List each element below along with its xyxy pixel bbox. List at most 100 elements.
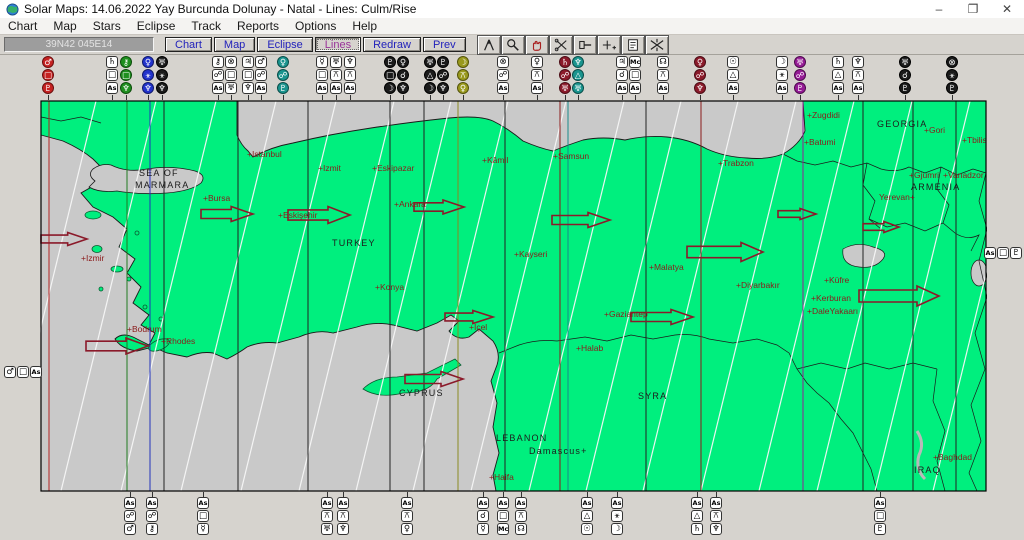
glyph-As: As xyxy=(330,82,342,94)
glyph-As: As xyxy=(477,497,489,509)
glyph-As: As xyxy=(197,497,209,509)
glyph-As: As xyxy=(401,497,413,509)
crosshair-tool-icon[interactable] xyxy=(596,34,621,55)
restore-button[interactable]: ❐ xyxy=(956,0,990,18)
menu-chart[interactable]: Chart xyxy=(0,18,45,34)
right-edge-glyph-box: As □ ♇ xyxy=(984,247,1022,259)
map-label-region: GEORGIA xyxy=(877,119,927,129)
app-globe-icon xyxy=(6,2,19,16)
pin-tool-icon[interactable] xyxy=(572,34,597,55)
bottom-line-marker: As □ ♇ xyxy=(872,492,888,536)
top-line-marker: ♅ ⚹ ♆ xyxy=(154,56,170,100)
top-line-marker: ⚷ □ ♆ xyxy=(118,56,134,100)
menu-map[interactable]: Map xyxy=(45,18,84,34)
menu-eclipse[interactable]: Eclipse xyxy=(129,18,184,34)
top-line-marker: ♅ ☌ ♇ xyxy=(897,56,913,100)
map-label-city: +Bursa xyxy=(203,193,230,203)
rotate-tool-icon[interactable] xyxy=(644,34,669,55)
pan-hand-tool-icon[interactable] xyxy=(524,34,549,55)
glyph-□: □ xyxy=(106,69,118,81)
map-label-city: +Kayseri xyxy=(514,249,547,259)
glyph-Mc: Mc xyxy=(497,523,509,535)
glyph-♄: ♄ xyxy=(832,56,844,68)
glyph-♆: ♆ xyxy=(344,56,356,68)
menu-bar: Chart Map Stars Eclipse Track Reports Op… xyxy=(0,18,1024,35)
bottom-line-marker: As □ Mc xyxy=(495,492,511,536)
glyph-♅: ♅ xyxy=(794,56,806,68)
solar-maps-window: Solar Maps: 14.06.2022 Yay Burcunda Dolu… xyxy=(0,0,1024,540)
glyph-⚹: ⚹ xyxy=(142,69,154,81)
map-label-city: +Trabzon xyxy=(718,158,754,168)
scissors-tool-icon[interactable] xyxy=(548,34,573,55)
glyph-As: As xyxy=(581,497,593,509)
glyph-☿: ☿ xyxy=(477,523,489,535)
top-line-marker: ⊗ ⚹ ♇ xyxy=(944,56,960,100)
top-line-marker: ♆ ⚻ As xyxy=(850,56,866,100)
glyph-♆: ♆ xyxy=(694,82,706,94)
glyph-☊: ☊ xyxy=(657,56,669,68)
menu-options[interactable]: Options xyxy=(287,18,344,34)
glyph-□: □ xyxy=(42,69,54,81)
glyph-As: As xyxy=(531,82,543,94)
map-label-region: SEA OF xyxy=(139,168,179,178)
map-label-region: TURKEY xyxy=(332,238,376,248)
map-canvas[interactable]: +Istanbul +Izmit +Bursa +Eskipazar +Ankara +E… xyxy=(40,100,987,492)
glyph-□: □ xyxy=(629,69,641,81)
menu-stars[interactable]: Stars xyxy=(85,18,129,34)
notes-tool-icon[interactable] xyxy=(620,34,645,55)
chart-button[interactable]: Chart xyxy=(165,37,212,52)
top-line-marker: ⊗ ☍ As xyxy=(495,56,511,100)
glyph-☽: ☽ xyxy=(457,56,469,68)
redraw-button[interactable]: Redraw xyxy=(363,37,421,52)
map-label-city: +Küfre xyxy=(824,275,850,285)
lines-button[interactable]: Lines xyxy=(314,37,362,52)
glyph-⚻: ⚻ xyxy=(531,69,543,81)
close-button[interactable]: ✕ xyxy=(990,0,1024,18)
glyph-As: As xyxy=(629,82,641,94)
glyph-♇: ♇ xyxy=(874,523,886,535)
glyph-As: As xyxy=(497,497,509,509)
glyph-♅: ♅ xyxy=(899,56,911,68)
glyph-♂: ♂ xyxy=(4,366,16,378)
map-label-city: Yerevan+ xyxy=(879,192,915,202)
bottom-line-marker: As ⚻ ♆ xyxy=(708,492,724,536)
glyph-As: As xyxy=(691,497,703,509)
map-label-city: +Kâmil xyxy=(482,155,508,165)
glyph-□: □ xyxy=(197,510,209,522)
glyph-As: As xyxy=(255,82,267,94)
glyph-⚹: ⚹ xyxy=(776,69,788,81)
bottom-line-marker: As ☍ ♂ xyxy=(122,492,138,536)
glyph-♅: ♅ xyxy=(225,82,237,94)
glyph-□: □ xyxy=(17,366,29,378)
menu-reports[interactable]: Reports xyxy=(229,18,287,34)
prev-button[interactable]: Prev xyxy=(422,37,466,52)
top-line-marker: ♀ ☍ ♆ xyxy=(692,56,708,100)
top-line-marker: ⊗ □ ♅ xyxy=(223,56,239,100)
zoom-tool-icon[interactable] xyxy=(500,34,525,55)
coordinate-readout: 39N42 045E14 xyxy=(4,37,154,52)
glyph-♂: ♂ xyxy=(124,523,136,535)
glyph-♆: ♆ xyxy=(710,523,722,535)
top-line-marker: ♆ ⚻ As xyxy=(342,56,358,100)
glyph-♆: ♆ xyxy=(437,82,449,94)
map-label-city: +Izmit xyxy=(318,163,342,173)
glyph-⚻: ⚻ xyxy=(337,510,349,522)
glyph-As: As xyxy=(344,82,356,94)
measure-tool-icon[interactable] xyxy=(476,34,501,55)
glyph-As: As xyxy=(832,82,844,94)
glyph-♀: ♀ xyxy=(401,523,413,535)
top-line-marker: ♀ ☍ ♇ xyxy=(275,56,291,100)
map-label-region: Damascus+ xyxy=(529,446,588,456)
glyph-♇: ♇ xyxy=(946,82,958,94)
glyph-□: □ xyxy=(997,247,1009,259)
glyph-△: △ xyxy=(727,69,739,81)
map-button[interactable]: Map xyxy=(213,37,256,52)
menu-track[interactable]: Track xyxy=(183,18,229,34)
glyph-As: As xyxy=(776,82,788,94)
menu-help[interactable]: Help xyxy=(344,18,385,34)
eclipse-button[interactable]: Eclipse xyxy=(257,37,313,52)
glyph-⚻: ⚻ xyxy=(657,69,669,81)
map-label-city: +Halab xyxy=(576,343,603,353)
minimize-button[interactable]: – xyxy=(922,0,956,18)
bottom-line-marker: As ⚻ ♅ xyxy=(319,492,335,536)
